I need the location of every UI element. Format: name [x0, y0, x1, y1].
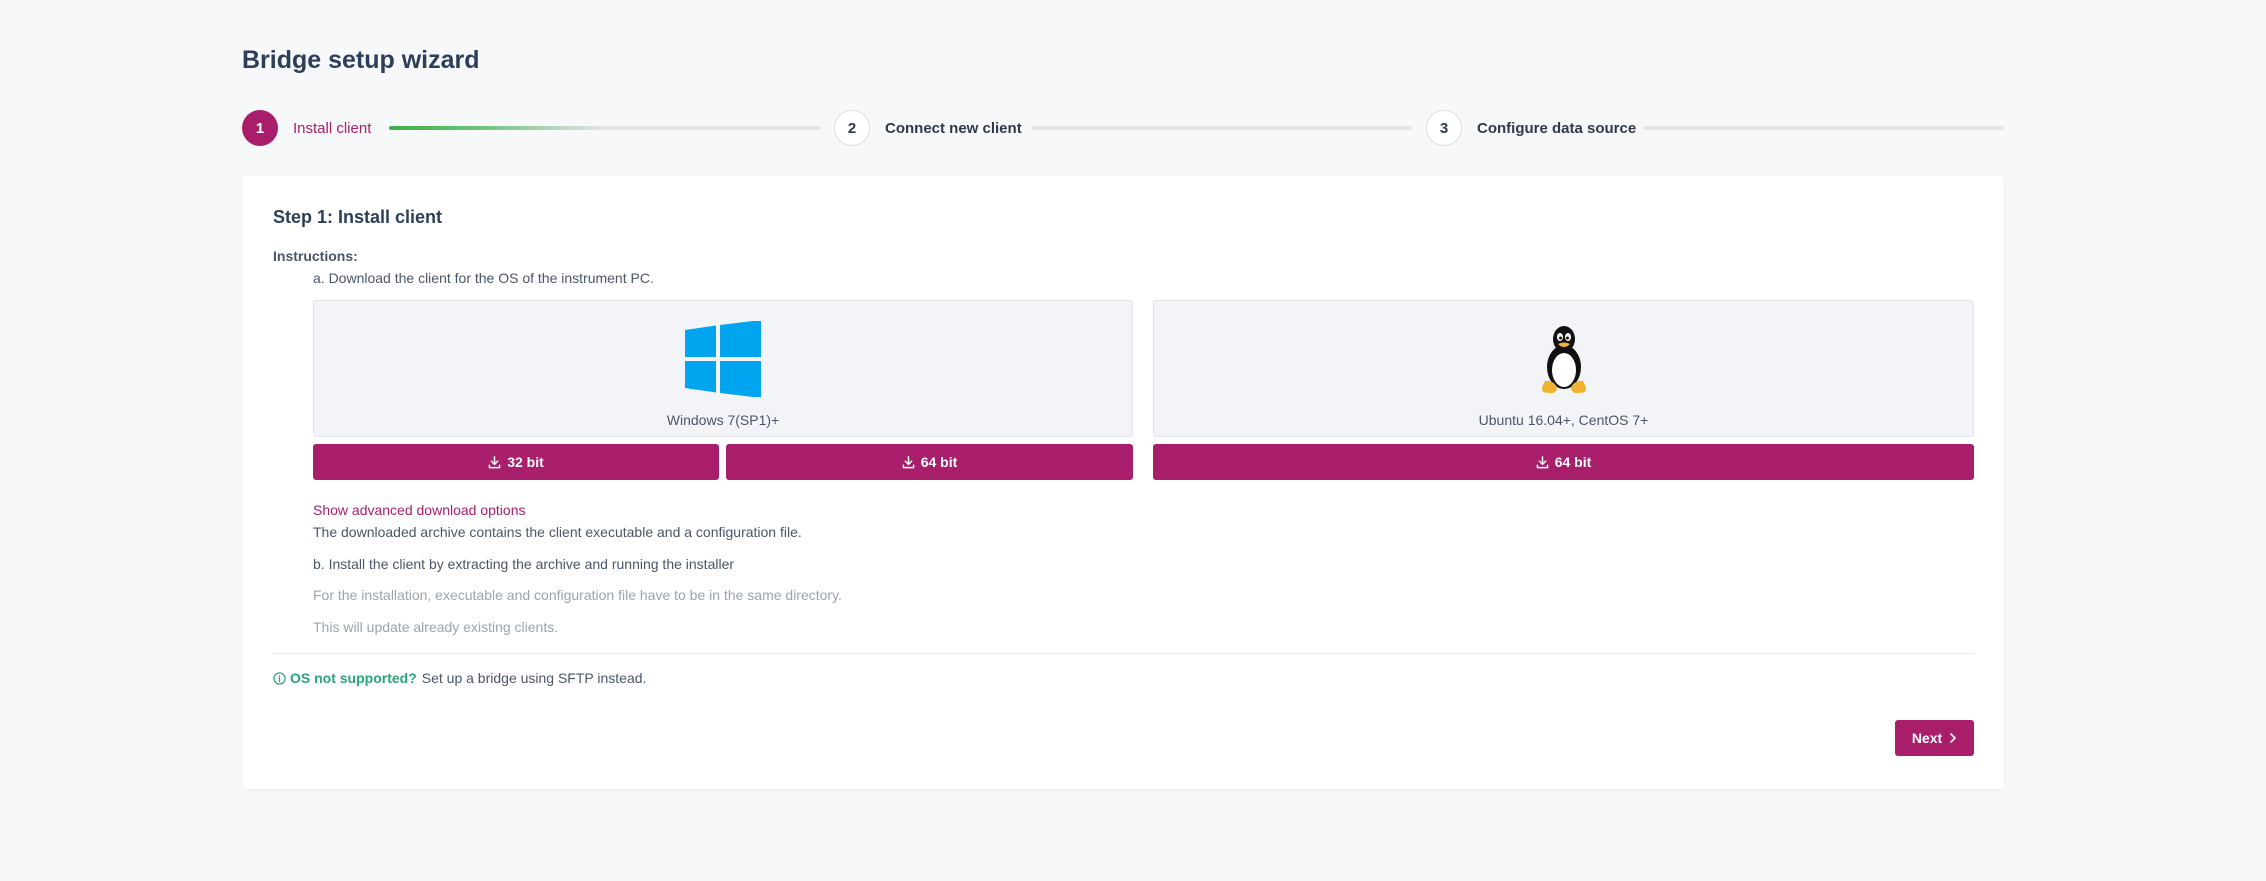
- next-button-label: Next: [1911, 730, 1943, 746]
- download-linux-64bit-label: 64 bit: [1554, 454, 1592, 470]
- os-support-hint: OS not supported? Set up a bridge using …: [273, 670, 646, 686]
- os-not-supported-label[interactable]: OS not supported?: [290, 670, 417, 686]
- advanced-download-options-link[interactable]: Show advanced download options: [313, 502, 526, 518]
- download-windows-32bit-button[interactable]: 32 bit: [313, 444, 719, 480]
- download-windows-32bit-label: 32 bit: [507, 454, 544, 470]
- download-linux-64bit-button[interactable]: 64 bit: [1153, 444, 1974, 480]
- info-icon: [273, 671, 286, 685]
- windows-os-caption: Windows 7(SP1)+: [666, 412, 780, 428]
- chevron-right-icon: [1950, 733, 1956, 743]
- download-windows-64bit-button[interactable]: 64 bit: [726, 444, 1133, 480]
- step-install-client[interactable]: 1 Install client: [242, 110, 371, 146]
- download-icon: [1536, 455, 1549, 468]
- installation-note: For the installation, executable and con…: [313, 587, 842, 603]
- linux-os-caption: Ubuntu 16.04+, CentOS 7+: [1478, 412, 1649, 428]
- update-note: This will update already existing client…: [313, 619, 559, 635]
- step-configure-data-source[interactable]: 3 Configure data source: [1426, 110, 1636, 146]
- instructions-label: Instructions:: [273, 248, 358, 264]
- windows-logo-icon: [685, 320, 761, 402]
- step-connect-new-client[interactable]: 2 Connect new client: [834, 110, 1022, 146]
- download-icon: [902, 455, 915, 468]
- stepper: 1 Install client 2 Connect new client 3 …: [242, 110, 2004, 146]
- divider: [273, 653, 1974, 654]
- instruction-b: b. Install the client by extracting the …: [313, 556, 735, 572]
- step-label-configure-data-source: Configure data source: [1477, 119, 1637, 137]
- step-number-2: 2: [834, 110, 870, 146]
- download-windows-64bit-label: 64 bit: [920, 454, 958, 470]
- linux-os-box: Ubuntu 16.04+, CentOS 7+: [1153, 300, 1974, 437]
- page-title: Bridge setup wizard: [242, 46, 480, 74]
- instruction-a: a. Download the client for the OS of the…: [313, 270, 654, 286]
- card-title: Step 1: Install client: [273, 207, 443, 227]
- step-label-connect-new-client: Connect new client: [885, 119, 1022, 137]
- windows-os-box: Windows 7(SP1)+: [313, 300, 1133, 437]
- step-progress-line-2: [1031, 126, 1412, 130]
- sftp-alternative-text: Set up a bridge using SFTP instead.: [421, 670, 647, 686]
- step-number-3: 3: [1426, 110, 1462, 146]
- download-icon: [488, 455, 501, 468]
- install-client-card: Step 1: Install client Instructions: a. …: [242, 176, 2004, 789]
- step-progress-line-1: [389, 126, 821, 130]
- step-number-1: 1: [242, 110, 278, 146]
- linux-tux-icon: [1535, 323, 1593, 400]
- archive-note: The downloaded archive contains the clie…: [313, 524, 802, 540]
- step-progress-fill: [389, 126, 605, 130]
- step-label-install-client: Install client: [293, 119, 372, 137]
- next-button[interactable]: Next: [1895, 720, 1974, 756]
- step-progress-line-3: [1643, 126, 2004, 130]
